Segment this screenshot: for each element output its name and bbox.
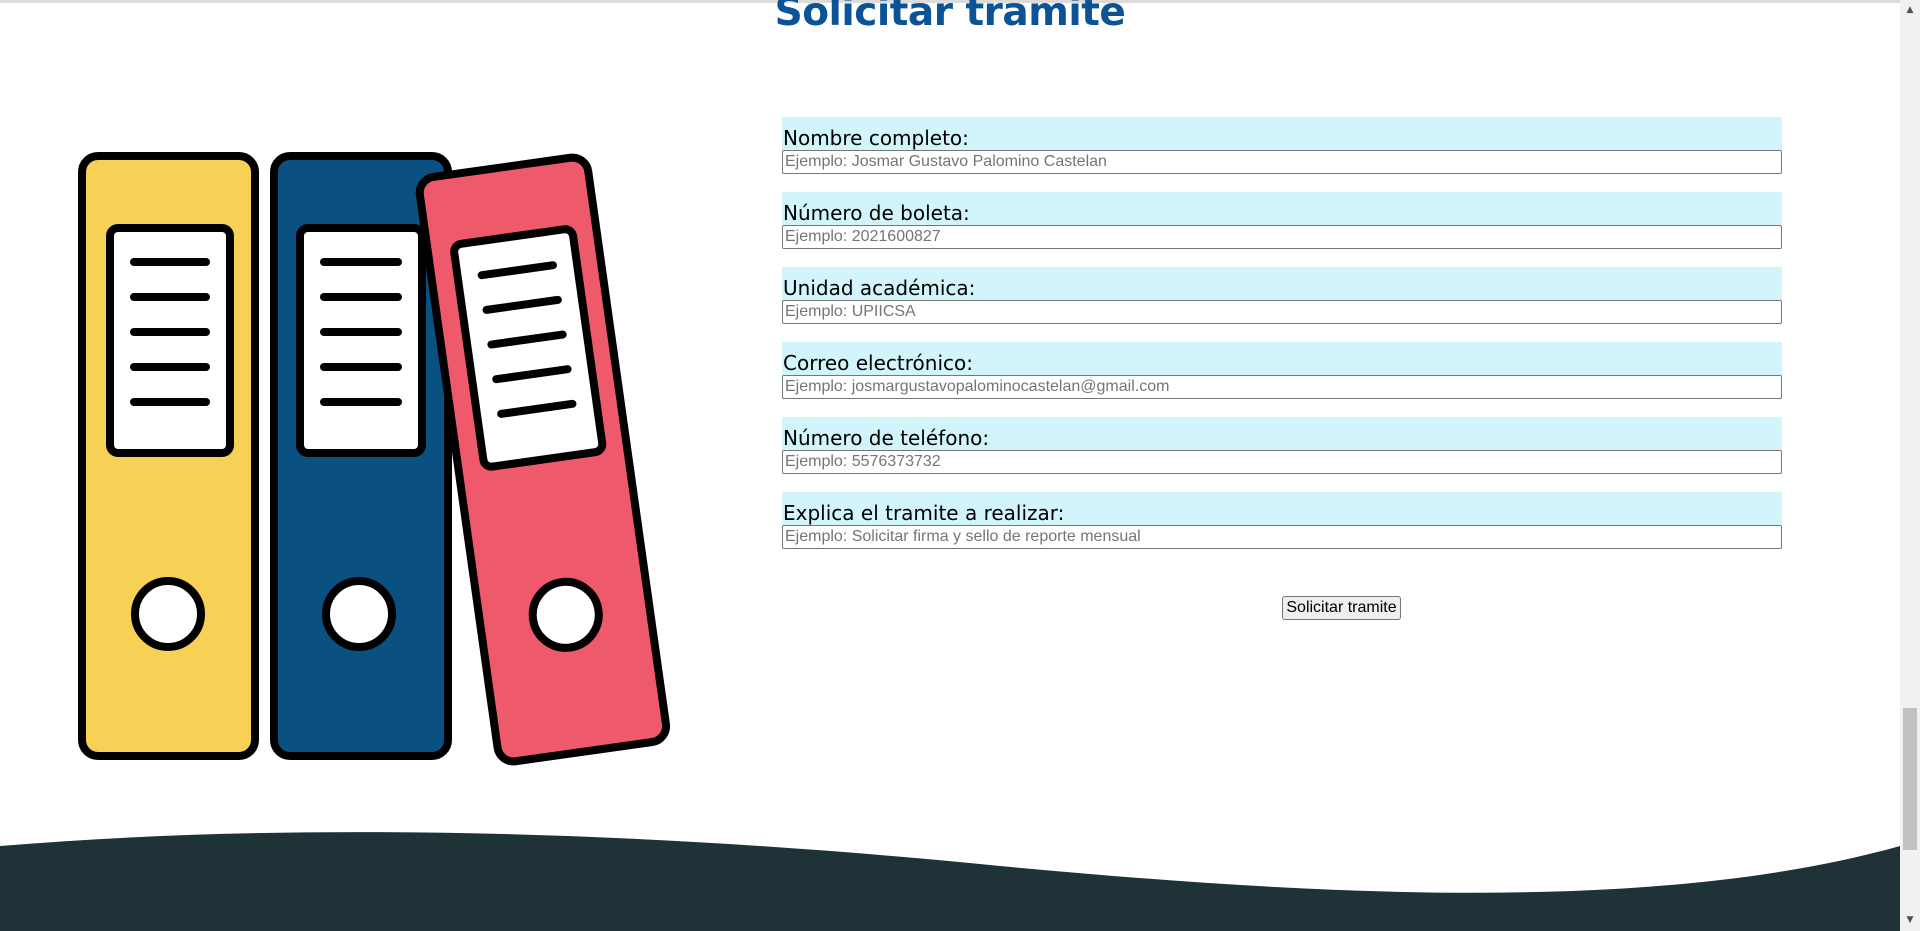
binders-illustration [78,152,671,766]
academic-unit-label: Unidad académica: [782,267,1782,300]
student-id-field: Número de boleta: [782,192,1782,267]
scroll-up-arrow-icon[interactable]: ▲ [1900,2,1920,19]
email-input[interactable] [782,375,1782,399]
description-field: Explica el tramite a realizar: [782,492,1782,567]
red-binder-icon [415,153,671,766]
full-name-label: Nombre completo: [782,117,1782,150]
full-name-field: Nombre completo: [782,117,1782,192]
phone-label: Número de teléfono: [782,417,1782,450]
description-input[interactable] [782,525,1782,549]
email-label: Correo electrónico: [782,342,1782,375]
page-title: Solicitar tramite [774,0,1126,35]
phone-field: Número de teléfono: [782,417,1782,492]
email-field: Correo electrónico: [782,342,1782,417]
description-label: Explica el tramite a realizar: [782,492,1782,525]
submit-button[interactable]: Solicitar tramite [1282,596,1401,620]
scroll-thumb[interactable] [1903,708,1917,850]
student-id-label: Número de boleta: [782,192,1782,225]
academic-unit-input[interactable] [782,300,1782,324]
academic-unit-field: Unidad académica: [782,267,1782,342]
scroll-down-arrow-icon[interactable]: ▼ [1900,912,1920,929]
blue-binder-icon [270,152,452,760]
phone-input[interactable] [782,450,1782,474]
full-name-input[interactable] [782,150,1782,174]
vertical-scrollbar[interactable]: ▲ ▼ [1900,0,1920,931]
yellow-binder-icon [78,152,259,760]
student-id-input[interactable] [782,225,1782,249]
footer-wave [0,832,1900,931]
tramite-form: Nombre completo: Número de boleta: Unida… [782,117,1782,567]
